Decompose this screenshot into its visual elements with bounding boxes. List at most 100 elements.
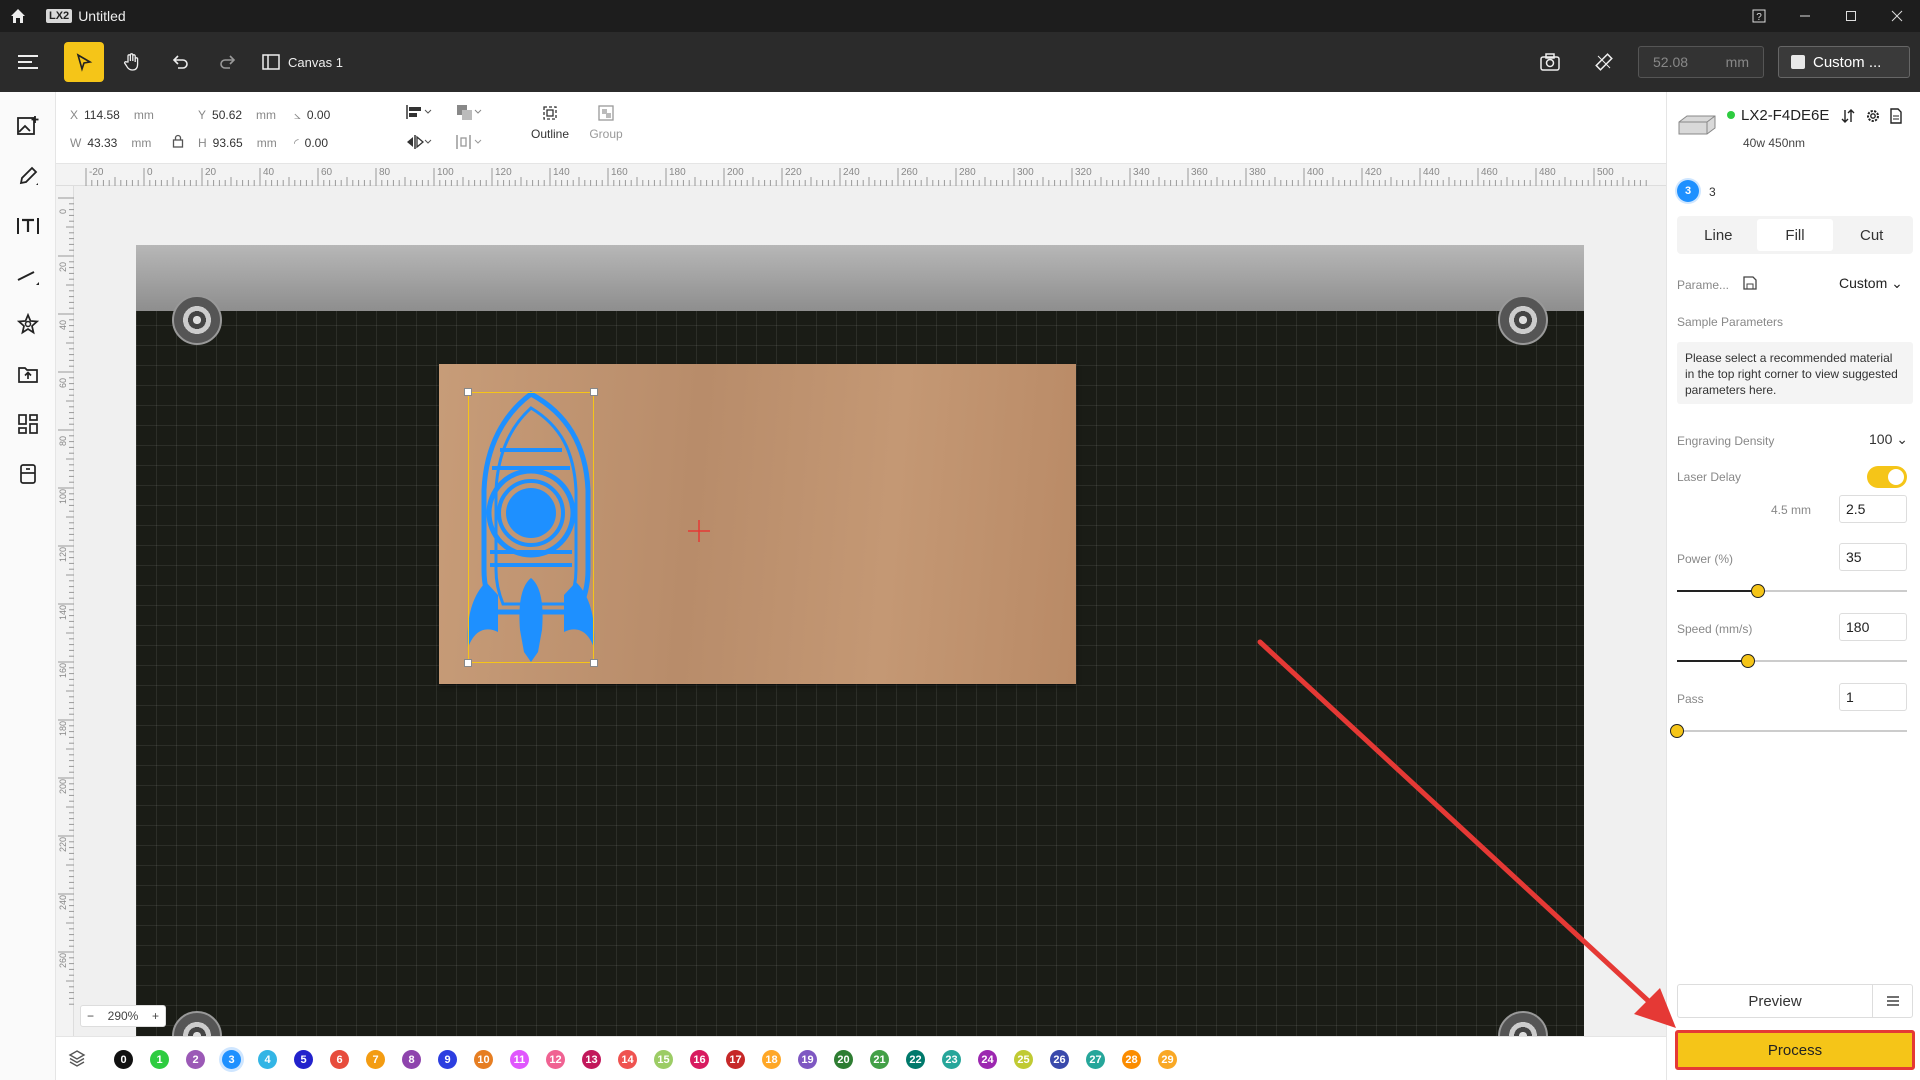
y-value[interactable]: 50.62 xyxy=(212,108,242,122)
device-name[interactable]: LX2-F4DE6E xyxy=(1741,107,1829,124)
maximize-button[interactable] xyxy=(1828,0,1874,32)
x-value[interactable]: 114.58 xyxy=(84,108,120,122)
layer-color-4[interactable]: 4 xyxy=(258,1050,277,1069)
current-layer-badge[interactable]: 3 xyxy=(1677,180,1699,202)
document-icon[interactable] xyxy=(1889,108,1903,124)
h-value[interactable]: 93.65 xyxy=(213,136,243,150)
select-tool-button[interactable] xyxy=(64,42,104,82)
layer-color-22[interactable]: 22 xyxy=(906,1050,925,1069)
layer-color-27[interactable]: 27 xyxy=(1086,1050,1105,1069)
layer-color-16[interactable]: 16 xyxy=(690,1050,709,1069)
layer-color-24[interactable]: 24 xyxy=(978,1050,997,1069)
power-slider-knob[interactable] xyxy=(1750,584,1765,598)
zoom-in-button[interactable]: + xyxy=(152,1009,159,1023)
power-input[interactable]: 35 xyxy=(1839,543,1907,571)
layer-color-5[interactable]: 5 xyxy=(294,1050,313,1069)
flip-icon[interactable] xyxy=(406,134,432,153)
layer-color-23[interactable]: 23 xyxy=(942,1050,961,1069)
layer-color-8[interactable]: 8 xyxy=(402,1050,421,1069)
resize-handle[interactable] xyxy=(464,659,472,667)
pen-tool-icon[interactable] xyxy=(14,162,42,190)
redo-icon[interactable] xyxy=(208,42,248,82)
speed-slider[interactable] xyxy=(1677,654,1907,668)
zoom-out-button[interactable]: − xyxy=(87,1009,94,1023)
image-add-icon[interactable] xyxy=(14,112,42,140)
layer-color-25[interactable]: 25 xyxy=(1014,1050,1033,1069)
resize-handle[interactable] xyxy=(464,388,472,396)
layer-color-1[interactable]: 1 xyxy=(150,1050,169,1069)
layer-color-13[interactable]: 13 xyxy=(582,1050,601,1069)
parameters-dropdown[interactable]: Custom ⌄ xyxy=(1839,275,1903,292)
pass-slider-knob[interactable] xyxy=(1670,724,1684,738)
templates-icon[interactable] xyxy=(14,410,42,438)
power-slider[interactable] xyxy=(1677,584,1907,598)
laser-delay-toggle[interactable] xyxy=(1867,466,1907,488)
preview-menu-icon[interactable] xyxy=(1872,985,1912,1017)
layer-color-6[interactable]: 6 xyxy=(330,1050,349,1069)
pass-slider[interactable] xyxy=(1670,724,1907,738)
tab-line[interactable]: Line xyxy=(1680,219,1757,251)
layer-color-14[interactable]: 14 xyxy=(618,1050,637,1069)
device-icon[interactable] xyxy=(14,460,42,488)
measure-tool-icon[interactable] xyxy=(1584,42,1624,82)
layer-color-9[interactable]: 9 xyxy=(438,1050,457,1069)
distribute-icon[interactable] xyxy=(456,134,482,153)
lock-ratio-icon[interactable] xyxy=(172,134,184,151)
selection-box[interactable] xyxy=(468,392,594,663)
pass-input[interactable]: 1 xyxy=(1839,683,1907,711)
radius-value[interactable]: 0.00 xyxy=(305,136,328,150)
layer-color-20[interactable]: 20 xyxy=(834,1050,853,1069)
engraving-density-dropdown[interactable]: 100 ⌄ xyxy=(1869,431,1908,448)
layer-color-29[interactable]: 29 xyxy=(1158,1050,1177,1069)
angle-value[interactable]: 0.00 xyxy=(307,108,330,122)
tab-fill[interactable]: Fill xyxy=(1756,219,1834,251)
process-button[interactable]: Process xyxy=(1675,1030,1915,1070)
hand-tool-button[interactable] xyxy=(112,42,152,82)
line-tool-icon[interactable] xyxy=(14,262,42,290)
canvas-tab[interactable]: Canvas 1 xyxy=(262,54,343,70)
laser-bed-camera-view[interactable] xyxy=(136,245,1584,1036)
shapes-tool-icon[interactable] xyxy=(14,310,42,338)
close-button[interactable] xyxy=(1874,0,1920,32)
group-button[interactable]: Group xyxy=(582,104,630,141)
layer-color-0[interactable]: 0 xyxy=(114,1050,133,1069)
layer-color-21[interactable]: 21 xyxy=(870,1050,889,1069)
layer-color-19[interactable]: 19 xyxy=(798,1050,817,1069)
settings-gear-icon[interactable] xyxy=(1865,108,1881,124)
layer-color-2[interactable]: 2 xyxy=(186,1050,205,1069)
speed-input[interactable]: 180 xyxy=(1839,613,1907,641)
speed-slider-knob[interactable] xyxy=(1741,654,1756,668)
tab-cut[interactable]: Cut xyxy=(1833,219,1910,251)
align-icon[interactable] xyxy=(406,104,432,123)
layer-color-3[interactable]: 3 xyxy=(222,1050,241,1069)
import-icon[interactable] xyxy=(14,360,42,388)
material-custom-button[interactable]: Custom ... xyxy=(1778,46,1910,78)
layers-icon[interactable] xyxy=(68,1049,86,1072)
save-params-icon[interactable] xyxy=(1743,276,1757,290)
layer-color-10[interactable]: 10 xyxy=(474,1050,493,1069)
layer-color-12[interactable]: 12 xyxy=(546,1050,565,1069)
text-tool-icon[interactable] xyxy=(14,212,42,240)
layer-color-17[interactable]: 17 xyxy=(726,1050,745,1069)
help-icon[interactable]: ? xyxy=(1736,0,1782,32)
menu-icon[interactable] xyxy=(8,42,48,82)
undo-icon[interactable] xyxy=(160,42,200,82)
layer-color-28[interactable]: 28 xyxy=(1122,1050,1141,1069)
sort-icon[interactable] xyxy=(1841,108,1855,124)
resize-handle[interactable] xyxy=(590,388,598,396)
arrange-icon[interactable] xyxy=(456,104,482,125)
layer-color-11[interactable]: 11 xyxy=(510,1050,529,1069)
camera-icon[interactable] xyxy=(1530,42,1570,82)
layer-color-7[interactable]: 7 xyxy=(366,1050,385,1069)
w-value[interactable]: 43.33 xyxy=(87,136,117,150)
size-input[interactable]: 52.08 mm xyxy=(1638,46,1764,78)
preview-button[interactable]: Preview xyxy=(1677,984,1913,1018)
outline-button[interactable]: Outline xyxy=(526,104,574,141)
layer-color-26[interactable]: 26 xyxy=(1050,1050,1069,1069)
layer-color-15[interactable]: 15 xyxy=(654,1050,673,1069)
delay-input[interactable]: 2.5 xyxy=(1839,495,1907,523)
home-icon[interactable] xyxy=(0,0,36,32)
layer-color-18[interactable]: 18 xyxy=(762,1050,781,1069)
minimize-button[interactable] xyxy=(1782,0,1828,32)
resize-handle[interactable] xyxy=(590,659,598,667)
